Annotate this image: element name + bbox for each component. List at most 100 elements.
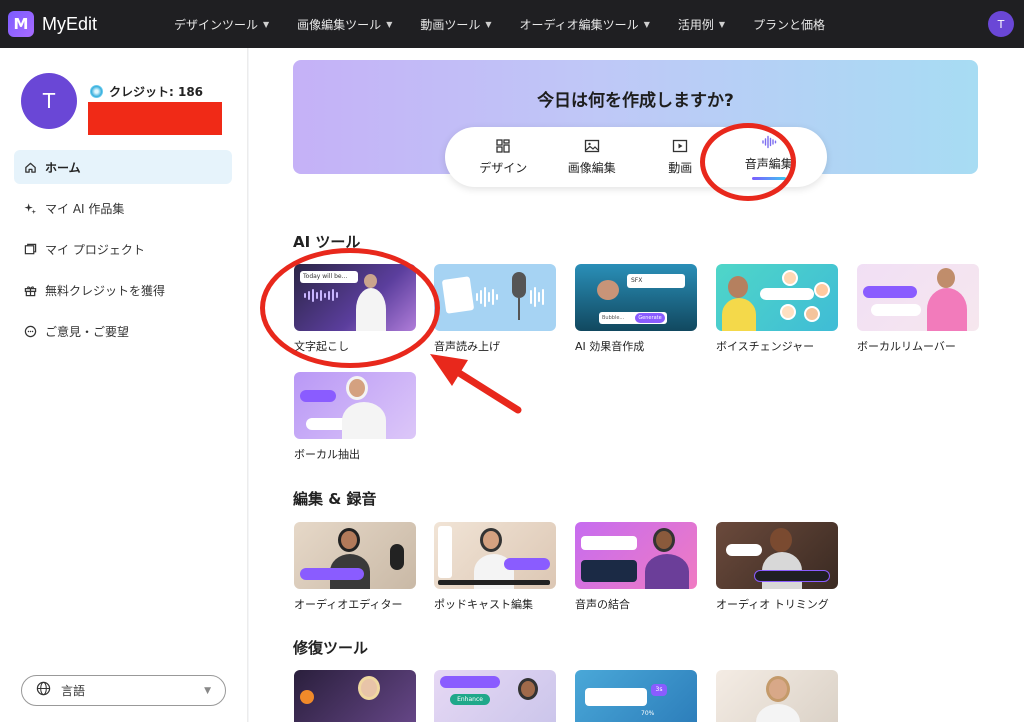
language-selector[interactable]: 言語 ▼ xyxy=(21,675,226,706)
sfx-label: SFX xyxy=(631,277,643,284)
avatar-bubble xyxy=(814,282,830,298)
microphone-graphic xyxy=(512,272,526,298)
waveform-graphic xyxy=(476,284,500,310)
card-label: ポッドキャスト編集 xyxy=(434,598,533,611)
annotation-circle-transcription xyxy=(260,248,440,368)
app-name: MyEdit xyxy=(42,13,98,34)
tab-image-edit[interactable]: 画像編集 xyxy=(553,138,631,176)
timeline-bar xyxy=(438,580,550,585)
annotation-circle-audio-tab xyxy=(700,123,796,201)
tool-card-repair-3[interactable]: 3s 70% xyxy=(575,670,697,722)
layout-icon xyxy=(496,139,510,153)
prompt-text: Bubble... xyxy=(602,315,625,321)
gift-icon xyxy=(23,283,37,297)
tab-design[interactable]: デザイン xyxy=(464,138,542,176)
chevron-down-icon: ▼ xyxy=(643,19,650,29)
person-figure xyxy=(756,704,800,722)
thumbnail-text-to-speech xyxy=(434,264,556,331)
sparkle-icon xyxy=(23,201,37,215)
waveform-pill xyxy=(726,544,762,556)
main-nav: デザインツール ▼ 画像編集ツール ▼ 動画ツール ▼ オーディオ編集ツール ▼ 活用例… xyxy=(174,0,853,48)
avatar-bubble xyxy=(804,306,820,322)
tool-card-vocal-remover[interactable]: ボーカルリムーバー xyxy=(857,264,979,354)
person-head xyxy=(766,676,790,702)
profile-avatar[interactable]: T xyxy=(21,73,77,129)
card-label: ボーカルリムーバー xyxy=(857,340,956,353)
waveform-pill xyxy=(863,286,917,298)
sidebar-item-label: マイ AI 作品集 xyxy=(45,201,125,216)
nav-image-tools[interactable]: 画像編集ツール ▼ xyxy=(297,16,392,33)
language-label: 言語 xyxy=(61,684,86,698)
card-label: オーディオ トリミング xyxy=(716,598,829,611)
waveform-pill xyxy=(300,390,336,402)
waveform-pill xyxy=(300,568,364,580)
card-label: 音声の結合 xyxy=(575,598,630,611)
nav-design-tools[interactable]: デザインツール ▼ xyxy=(174,16,269,33)
credit-label: クレジット: 186 xyxy=(109,85,204,99)
tool-card-text-to-speech[interactable]: 音声読み上げ xyxy=(434,264,556,354)
tool-card-audio-editor[interactable]: オーディオエディター xyxy=(294,522,416,612)
tool-card-voice-changer[interactable]: ボイスチェンジャー xyxy=(716,264,838,354)
nav-label: プランと価格 xyxy=(753,17,826,32)
percent-label: 70% xyxy=(641,710,655,717)
folder-icon xyxy=(23,242,37,256)
main-content: 今日は何を作成しますか? デザイン 画像編集 動画 音声編集 AI ツール To… xyxy=(249,48,1024,722)
microphone-stand xyxy=(518,298,520,320)
waveform-panel xyxy=(581,536,637,550)
sidebar-item-label: 無料クレジットを獲得 xyxy=(45,283,166,298)
nav-label: 活用例 xyxy=(677,17,714,32)
nav-pricing[interactable]: プランと価格 xyxy=(753,16,825,33)
play-icon xyxy=(673,139,688,153)
thumbnail-voice-changer xyxy=(716,264,838,331)
tool-card-audio-trim[interactable]: オーディオ トリミング xyxy=(716,522,838,612)
waveform-graphic xyxy=(530,284,546,310)
thumbnail-vocal-extraction xyxy=(294,372,416,439)
sidebar: T クレジット: 186 ホーム マイ AI 作品集 マイ プロジェクト 無料ク… xyxy=(0,48,248,722)
sidebar-item-my-ai-works[interactable]: マイ AI 作品集 xyxy=(14,191,232,225)
tool-card-repair-2[interactable]: Enhance xyxy=(434,670,556,722)
tool-card-ai-sound-effects[interactable]: SFX Bubble... Generate AI 効果音作成 xyxy=(575,264,697,354)
nav-label: 動画ツール xyxy=(420,17,481,32)
thumbnail-audio-editor xyxy=(294,522,416,589)
person-figure xyxy=(342,402,386,439)
card-label: オーディオエディター xyxy=(294,598,403,611)
thumbnail-audio-trim xyxy=(716,522,838,589)
person-figure xyxy=(722,298,756,331)
sidebar-item-free-credits[interactable]: 無料クレジットを獲得 xyxy=(14,273,232,307)
thumbnail-audio-merge xyxy=(575,522,697,589)
thumbnail-repair-3: 3s 70% xyxy=(575,670,697,722)
waveform-pill xyxy=(504,558,550,570)
person-figure xyxy=(645,554,689,589)
document-graphic xyxy=(441,276,475,314)
card-label: ボイスチェンジャー xyxy=(716,340,815,353)
sidebar-item-home[interactable]: ホーム xyxy=(14,150,232,184)
myedit-logo-icon: M xyxy=(8,11,34,37)
card-label: 音声読み上げ xyxy=(434,340,500,353)
waveform-pill xyxy=(871,304,921,316)
tab-label: 動画 xyxy=(668,161,693,175)
badge-graphic xyxy=(300,690,314,704)
tool-card-vocal-extraction[interactable]: ボーカル抽出 xyxy=(294,372,416,462)
tool-card-repair-4[interactable] xyxy=(716,670,838,722)
nav-use-cases[interactable]: 活用例 ▼ xyxy=(678,16,725,33)
nav-label: デザインツール xyxy=(174,17,259,32)
tab-label: 画像編集 xyxy=(567,161,616,175)
nav-audio-tools[interactable]: オーディオ編集ツール ▼ xyxy=(520,16,650,33)
sidebar-item-my-projects[interactable]: マイ プロジェクト xyxy=(14,232,232,266)
nav-video-tools[interactable]: 動画ツール ▼ xyxy=(420,16,491,33)
sidebar-item-feedback[interactable]: ご意見・ご要望 xyxy=(14,314,232,348)
chevron-down-icon: ▼ xyxy=(718,19,726,29)
person-head xyxy=(597,280,619,300)
tool-card-repair-1[interactable] xyxy=(294,670,416,722)
person-head xyxy=(480,528,502,552)
section-title-edit-record: 編集 & 録音 xyxy=(293,490,377,508)
tab-label: デザイン xyxy=(479,161,528,175)
hero-title: 今日は何を作成しますか? xyxy=(537,91,734,111)
user-avatar-button[interactable]: T xyxy=(988,11,1014,37)
tool-card-audio-merge[interactable]: 音声の結合 xyxy=(575,522,697,612)
chevron-down-icon: ▼ xyxy=(485,19,492,29)
app-logo[interactable]: M MyEdit xyxy=(8,11,97,37)
tool-card-podcast-edit[interactable]: ポッドキャスト編集 xyxy=(434,522,556,612)
sidebar-nav: ホーム マイ AI 作品集 マイ プロジェクト 無料クレジットを獲得 ご意見・ご… xyxy=(14,150,232,355)
person-head xyxy=(653,528,675,552)
